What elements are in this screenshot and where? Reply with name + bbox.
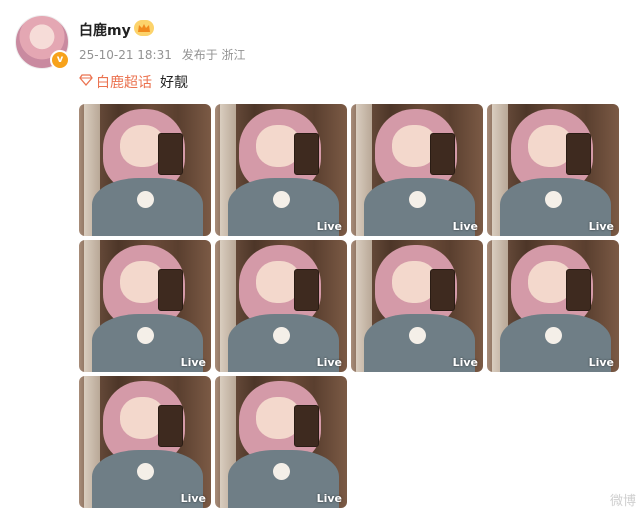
live-label: Live (588, 220, 614, 233)
avatar-container[interactable]: v (15, 15, 70, 70)
photo-thumbnail[interactable]: Live (351, 104, 483, 236)
diamond-icon (79, 74, 93, 90)
photo-thumbnail[interactable]: Live (215, 104, 347, 236)
photo-thumbnail[interactable]: Live (215, 376, 347, 508)
live-label: Live (316, 220, 342, 233)
live-label: Live (180, 356, 206, 369)
username[interactable]: 白鹿my (79, 20, 131, 40)
member-crown-icon (134, 20, 154, 36)
photo-thumbnail[interactable]: Live (487, 104, 619, 236)
post-source: 发布于 浙江 (181, 48, 246, 62)
post-text: 好靓 (160, 75, 188, 91)
live-label: Live (316, 492, 342, 505)
watermark: 微博 (609, 494, 636, 509)
topic-link[interactable]: 白鹿超话 (79, 72, 152, 92)
live-label: Live (588, 356, 614, 369)
post-meta: 25-10-21 18:31 发布于 浙江 (79, 46, 252, 63)
photo-thumbnail[interactable]: Live (79, 240, 211, 372)
photo-thumbnail[interactable]: Live (215, 240, 347, 372)
topic-label: 白鹿超话 (96, 75, 152, 91)
verified-badge-icon: v (50, 50, 70, 70)
live-label: Live (180, 492, 206, 505)
post-content: 白鹿超话 好靓 (79, 72, 188, 92)
post-timestamp[interactable]: 25-10-21 18:31 (79, 48, 172, 62)
live-label: Live (316, 356, 342, 369)
live-label: Live (452, 356, 478, 369)
live-label: Live (452, 220, 478, 233)
photo-grid: Live Live Live Live Live Live Live Live … (79, 104, 619, 508)
photo-thumbnail[interactable]: Live (487, 240, 619, 372)
photo-thumbnail[interactable] (79, 104, 211, 236)
photo-thumbnail[interactable]: Live (351, 240, 483, 372)
photo-thumbnail[interactable]: Live (79, 376, 211, 508)
